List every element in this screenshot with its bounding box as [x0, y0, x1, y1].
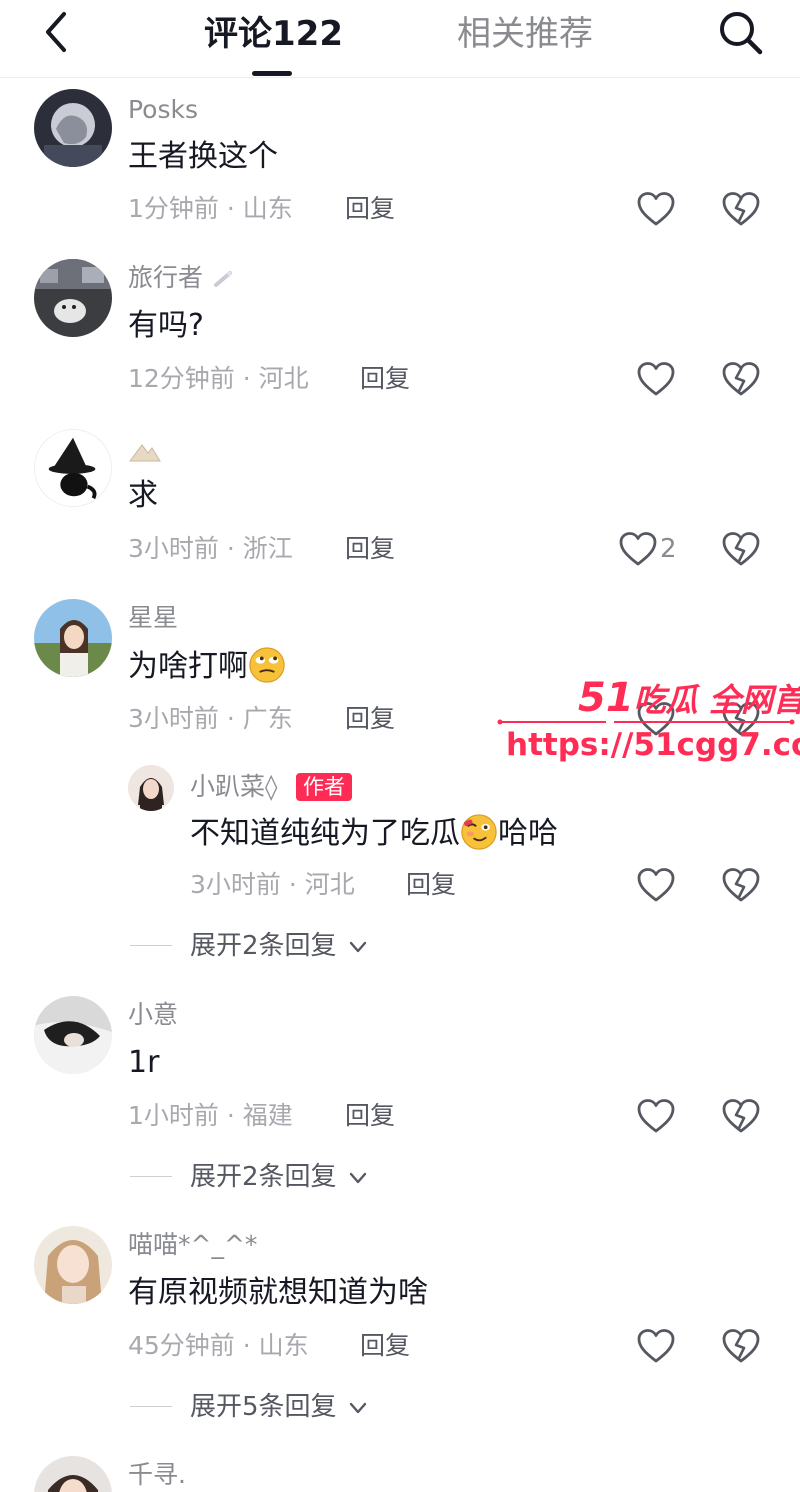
broken-heart-icon: [721, 1098, 761, 1134]
divider: [130, 945, 172, 946]
chevron-down-icon: [348, 937, 368, 957]
reply-time-location: 3小时前 · 河北: [190, 870, 355, 899]
tab-related[interactable]: 相关推荐: [457, 12, 593, 56]
expand-replies-label: 展开5条回复: [190, 1392, 337, 1422]
expand-replies-button[interactable]: 展开5条回复: [130, 1390, 430, 1424]
broken-heart-icon: [721, 867, 761, 903]
comment-username[interactable]: 旅行者: [128, 262, 203, 294]
broken-heart-icon: [721, 191, 761, 227]
author-badge: 作者: [296, 773, 352, 801]
like-button[interactable]: [636, 191, 676, 227]
chevron-down-icon: [348, 1398, 368, 1418]
reply-text: 不知道纯纯为了吃瓜 哈哈: [190, 813, 558, 854]
reply-button[interactable]: 回复: [345, 1100, 395, 1132]
dislike-button[interactable]: [721, 1098, 761, 1134]
avatar[interactable]: [34, 996, 112, 1074]
broken-heart-icon: [721, 1328, 761, 1364]
tab-comments[interactable]: 评论122: [204, 12, 343, 56]
avatar[interactable]: [128, 765, 174, 811]
dislike-button[interactable]: [721, 191, 761, 227]
reply-button[interactable]: 回复: [360, 363, 410, 395]
heart-outline-icon: [636, 1328, 676, 1364]
comment-time-location: 12分钟前 · 河北: [128, 364, 309, 393]
comment-time-location: 1小时前 · 福建: [128, 1101, 293, 1130]
comment-text: 有原视频就想知道为啥: [128, 1275, 428, 1310]
comment-item: Posks 王者换这个 1分钟前 · 山东 回复: [0, 79, 800, 249]
comment-text: 求: [128, 478, 158, 513]
comment-list[interactable]: Posks 王者换这个 1分钟前 · 山东 回复 旅行者 有吗? 12分钟前 ·…: [0, 79, 800, 1492]
watermark: 51吃瓜 全网首发 https://51cgg7.com: [496, 675, 800, 771]
sub-reply-item: 小趴菜◊ 作者 不知道纯纯为了吃瓜 哈哈 3小时前 · 河北 回复: [0, 759, 800, 879]
divider: [130, 1176, 172, 1177]
heart-outline-icon: [636, 361, 676, 397]
dislike-button[interactable]: [721, 867, 761, 903]
expand-replies-button[interactable]: 展开2条回复: [130, 1160, 430, 1194]
comment-item: 旅行者 有吗? 12分钟前 · 河北 回复: [0, 249, 800, 419]
broken-heart-icon: [721, 531, 761, 567]
search-icon: [720, 12, 763, 55]
comment-time-location: 1分钟前 · 山东: [128, 194, 293, 223]
reply-username[interactable]: 小趴菜◊: [190, 771, 277, 803]
expand-replies-button[interactable]: 展开2条回复: [130, 929, 430, 963]
dislike-button[interactable]: [721, 1328, 761, 1364]
like-button[interactable]: [636, 361, 676, 397]
comment-item: 星星 为啥打啊 3小时前 · 广东 回复 小趴菜◊ 作者 不知道纯纯为了吃瓜 哈哈…: [0, 589, 800, 989]
reply-button[interactable]: 回复: [345, 193, 395, 225]
like-button[interactable]: [636, 867, 676, 903]
wink-emoji-icon: [460, 813, 498, 851]
comment-username[interactable]: Posks: [128, 94, 198, 126]
comment-item: 喵喵*^_^* 有原视频就想知道为啥 45分钟前 · 山东 回复 展开5条回复: [0, 1216, 800, 1446]
badge-icon: [212, 269, 236, 289]
comment-item: 求 3小时前 · 浙江 回复 2: [0, 419, 800, 589]
reply-button[interactable]: 回复: [406, 869, 456, 901]
watermark-url: https://51cgg7.com: [506, 727, 800, 763]
like-button[interactable]: [618, 531, 658, 567]
avatar[interactable]: [34, 1456, 112, 1492]
dislike-button[interactable]: [721, 531, 761, 567]
reply-button[interactable]: 回复: [345, 533, 395, 565]
heart-outline-icon: [618, 531, 658, 567]
comment-item: 千寻.: [0, 1446, 800, 1492]
avatar[interactable]: [34, 1226, 112, 1304]
heart-outline-icon: [636, 1098, 676, 1134]
heart-outline-icon: [636, 867, 676, 903]
avatar[interactable]: [34, 89, 112, 167]
comment-time-location: 3小时前 · 广东: [128, 704, 293, 733]
like-button[interactable]: [636, 1328, 676, 1364]
chevron-down-icon: [348, 1168, 368, 1188]
expand-replies-label: 展开2条回复: [190, 1162, 337, 1192]
search-button[interactable]: [716, 8, 764, 56]
comment-header: 评论122 相关推荐: [0, 0, 800, 78]
tab-active-indicator: [252, 71, 292, 76]
comment-text: 为啥打啊: [128, 646, 286, 687]
comment-username[interactable]: 千寻.: [128, 1459, 186, 1491]
reply-button[interactable]: 回复: [360, 1330, 410, 1362]
comment-username[interactable]: 喵喵*^_^*: [128, 1229, 257, 1261]
back-button[interactable]: [36, 10, 80, 54]
eye-roll-emoji-icon: [248, 646, 286, 684]
username-emoji-icon[interactable]: [128, 439, 162, 463]
comment-time-location: 45分钟前 · 山东: [128, 1331, 309, 1360]
comment-text: 王者换这个: [128, 139, 278, 174]
avatar[interactable]: [34, 429, 112, 507]
avatar[interactable]: [34, 599, 112, 677]
expand-replies-label: 展开2条回复: [190, 931, 337, 961]
reply-button[interactable]: 回复: [345, 703, 395, 735]
watermark-brand: 51吃瓜 全网首发: [578, 675, 800, 721]
divider: [130, 1406, 172, 1407]
comment-username[interactable]: 星星: [128, 602, 178, 634]
comment-username[interactable]: 小意: [128, 999, 178, 1031]
comment-time-location: 3小时前 · 浙江: [128, 534, 293, 563]
comment-item: 小意 1r 1小时前 · 福建 回复 展开2条回复: [0, 986, 800, 1216]
broken-heart-icon: [721, 361, 761, 397]
like-count: 2: [660, 534, 677, 564]
comment-text: 1r: [128, 1045, 160, 1080]
like-button[interactable]: [636, 1098, 676, 1134]
chevron-left-icon: [46, 12, 66, 52]
avatar[interactable]: [34, 259, 112, 337]
watermark-decoration: [497, 719, 795, 725]
heart-outline-icon: [636, 191, 676, 227]
dislike-button[interactable]: [721, 361, 761, 397]
comment-text: 有吗?: [128, 308, 204, 343]
